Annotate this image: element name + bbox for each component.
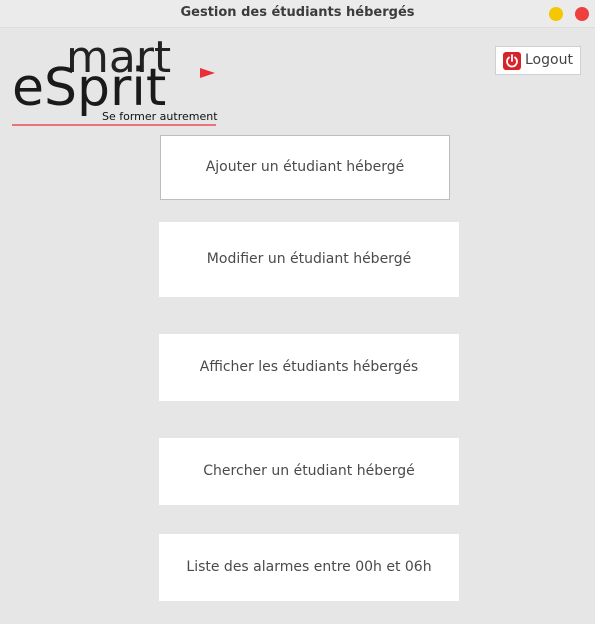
- logout-button[interactable]: Logout: [495, 46, 581, 75]
- alarm-list-button[interactable]: Liste des alarmes entre 00h et 06h: [159, 534, 459, 601]
- logout-label: Logout: [525, 52, 573, 68]
- list-students-label: Afficher les étudiants hébergés: [199, 359, 419, 375]
- add-student-label: Ajouter un étudiant hébergé: [205, 159, 405, 175]
- search-student-label: Chercher un étudiant hébergé: [203, 463, 415, 479]
- smart-esprit-logo: mart eSprit Se former autrement: [10, 28, 225, 128]
- minimize-button[interactable]: [549, 7, 563, 21]
- search-student-button[interactable]: Chercher un étudiant hébergé: [159, 438, 459, 505]
- edit-student-label: Modifier un étudiant hébergé: [206, 251, 412, 267]
- svg-text:eSprit: eSprit: [12, 58, 166, 118]
- power-icon: [503, 52, 521, 70]
- alarm-list-label: Liste des alarmes entre 00h et 06h: [186, 559, 432, 575]
- svg-text:Se former autrement: Se former autrement: [102, 110, 218, 123]
- edit-student-button[interactable]: Modifier un étudiant hébergé: [159, 222, 459, 297]
- window-titlebar: Gestion des étudiants hébergés: [0, 0, 595, 28]
- list-students-button[interactable]: Afficher les étudiants hébergés: [159, 334, 459, 401]
- window-title: Gestion des étudiants hébergés: [180, 5, 415, 20]
- close-button[interactable]: [575, 7, 589, 21]
- add-student-button[interactable]: Ajouter un étudiant hébergé: [160, 135, 450, 200]
